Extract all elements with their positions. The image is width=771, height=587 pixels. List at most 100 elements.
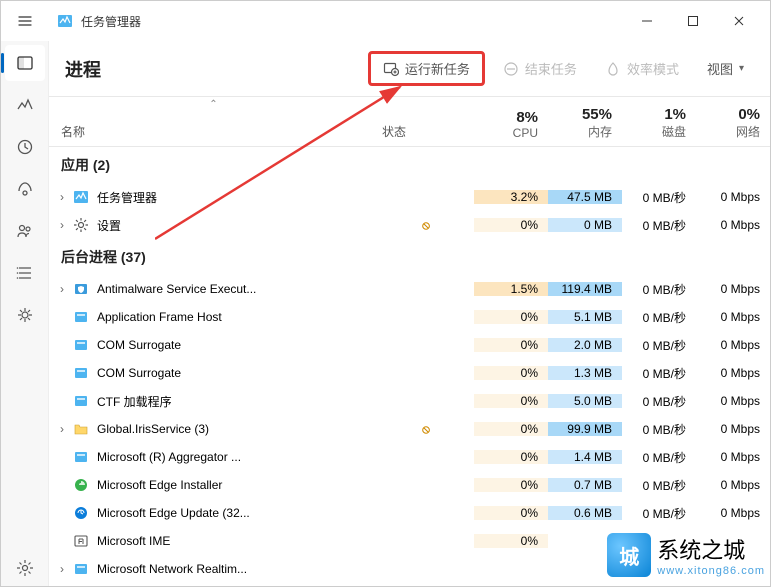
paused-icon: ⦸ [422, 422, 430, 436]
cell-memory: 5.0 MB [548, 394, 622, 408]
minimize-button[interactable] [624, 5, 670, 37]
cell-cpu: 0% [474, 534, 548, 548]
table-row[interactable]: Application Frame Host0%5.1 MB0 MB/秒0 Mb… [49, 303, 770, 331]
process-icon [73, 281, 89, 297]
paused-icon: ⦸ [422, 218, 430, 232]
close-button[interactable] [716, 5, 762, 37]
cell-cpu: 1.5% [474, 282, 548, 296]
process-name: CTF 加载程序 [97, 393, 172, 410]
col-cpu[interactable]: 8%CPU [474, 97, 548, 146]
cell-network: 0 Mbps [696, 478, 770, 492]
cell-disk: 0 MB/秒 [622, 477, 696, 494]
cell-network: 0 Mbps [696, 310, 770, 324]
cell-cpu: 3.2% [474, 190, 548, 204]
cell-disk: 0 MB/秒 [622, 309, 696, 326]
menu-button[interactable] [9, 5, 41, 37]
table-row[interactable]: › Microsoft Network Realtim... [49, 555, 770, 583]
cell-memory: 1.3 MB [548, 366, 622, 380]
process-name: 任务管理器 [97, 189, 157, 206]
cell-network: 0 Mbps [696, 218, 770, 232]
taskmgr-icon [57, 13, 73, 29]
process-icon [73, 309, 89, 325]
column-headers: ⌃ 名称 状态 8%CPU 55%内存 1%磁盘 0%网络 [49, 97, 770, 147]
col-status[interactable]: 状态 [378, 97, 474, 146]
maximize-button[interactable] [670, 5, 716, 37]
sidebar-details[interactable] [5, 255, 45, 291]
process-icon [73, 561, 89, 577]
cell-memory: 47.5 MB [548, 190, 622, 204]
table-row[interactable]: COM Surrogate0%1.3 MB0 MB/秒0 Mbps [49, 359, 770, 387]
cell-status: ⦸ [378, 218, 474, 233]
expand-toggle[interactable]: › [55, 422, 69, 436]
table-row[interactable]: ›设置⦸0%0 MB0 MB/秒0 Mbps [49, 211, 770, 239]
cell-cpu: 0% [474, 338, 548, 352]
sidebar-processes[interactable] [5, 45, 45, 81]
sidebar-performance[interactable] [5, 87, 45, 123]
cell-memory: 0.6 MB [548, 506, 622, 520]
sidebar-settings[interactable] [5, 550, 45, 586]
end-task-icon [503, 61, 519, 77]
process-name: Global.IrisService (3) [97, 422, 209, 436]
col-memory[interactable]: 55%内存 [548, 97, 622, 146]
cell-cpu: 0% [474, 478, 548, 492]
cell-cpu: 0% [474, 366, 548, 380]
cell-disk: 0 MB/秒 [622, 189, 696, 206]
cell-cpu: 0% [474, 394, 548, 408]
process-icon [73, 505, 89, 521]
efficiency-icon [605, 61, 621, 77]
process-name: Application Frame Host [97, 310, 222, 324]
sidebar [1, 41, 49, 586]
cell-memory: 1.4 MB [548, 450, 622, 464]
process-icon [73, 477, 89, 493]
cell-disk: 0 MB/秒 [622, 337, 696, 354]
cell-network: 0 Mbps [696, 282, 770, 296]
process-icon [73, 393, 89, 409]
process-name: Microsoft IME [97, 534, 170, 548]
table-row[interactable]: Microsoft (R) Aggregator ...0%1.4 MB0 MB… [49, 443, 770, 471]
cell-cpu: 0% [474, 310, 548, 324]
table-row[interactable]: ›Global.IrisService (3)⦸0%99.9 MB0 MB/秒0… [49, 415, 770, 443]
col-network[interactable]: 0%网络 [696, 97, 770, 146]
col-name[interactable]: ⌃ 名称 [49, 97, 378, 146]
process-name: Microsoft Edge Installer [97, 478, 222, 492]
table-row[interactable]: Microsoft Edge Installer0%0.7 MB0 MB/秒0 … [49, 471, 770, 499]
cell-disk: 0 MB/秒 [622, 281, 696, 298]
table-row[interactable]: CTF 加载程序0%5.0 MB0 MB/秒0 Mbps [49, 387, 770, 415]
cell-disk: 0 MB/秒 [622, 217, 696, 234]
process-name: 设置 [97, 217, 121, 234]
expand-toggle[interactable]: › [55, 218, 69, 232]
sidebar-users[interactable] [5, 213, 45, 249]
process-icon [73, 421, 89, 437]
cell-disk: 0 MB/秒 [622, 365, 696, 382]
cell-network: 0 Mbps [696, 366, 770, 380]
chevron-down-icon: ▾ [739, 63, 744, 74]
process-icon [73, 337, 89, 353]
cell-name: CTF 加载程序 [49, 393, 378, 410]
expand-toggle[interactable]: › [55, 562, 69, 576]
run-new-task-icon [383, 61, 399, 77]
cell-memory: 119.4 MB [548, 282, 622, 296]
process-icon [73, 533, 89, 549]
sidebar-history[interactable] [5, 129, 45, 165]
sidebar-services[interactable] [5, 297, 45, 333]
table-row[interactable]: Microsoft Edge Update (32...0%0.6 MB0 MB… [49, 499, 770, 527]
expand-toggle[interactable]: › [55, 282, 69, 296]
process-icon [73, 189, 89, 205]
table-row[interactable]: Microsoft IME 0% [49, 527, 770, 555]
cell-network: 0 Mbps [696, 394, 770, 408]
table-row[interactable]: ›Antimalware Service Execut...1.5%119.4 … [49, 275, 770, 303]
run-new-task-button[interactable]: 运行新任务 [368, 51, 485, 86]
cell-name: COM Surrogate [49, 337, 378, 353]
end-task-button: 结束任务 [493, 53, 587, 84]
sidebar-startup[interactable] [5, 171, 45, 207]
table-row[interactable]: COM Surrogate0%2.0 MB0 MB/秒0 Mbps [49, 331, 770, 359]
expand-toggle[interactable]: › [55, 190, 69, 204]
view-dropdown[interactable]: 视图 ▾ [697, 53, 754, 84]
table-row[interactable]: ›任务管理器3.2%47.5 MB0 MB/秒0 Mbps [49, 183, 770, 211]
process-name: Microsoft Network Realtim... [97, 562, 247, 576]
page-title: 进程 [65, 56, 101, 82]
group-header: 应用 (2) [49, 147, 770, 183]
cell-name: Microsoft (R) Aggregator ... [49, 449, 378, 465]
process-icon [73, 449, 89, 465]
col-disk[interactable]: 1%磁盘 [622, 97, 696, 146]
